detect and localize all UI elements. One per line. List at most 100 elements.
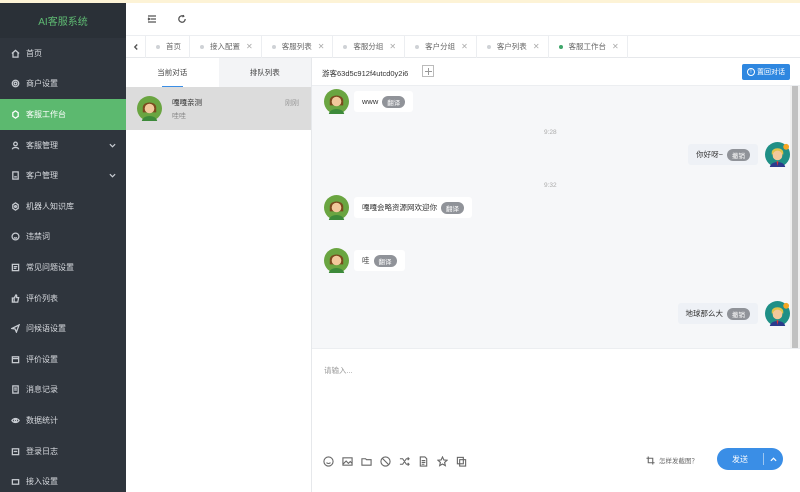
translate-button[interactable]: 翻译 [441,201,464,214]
agent-avatar [765,301,790,326]
tab-queue-list[interactable]: 排队列表 [218,58,311,87]
message-timestamp: 9:32 [544,182,557,189]
sidebar-item-label: 登录日志 [26,446,58,456]
close-icon[interactable]: ✕ [389,42,396,51]
log-icon [10,446,20,456]
sidebar-item-agent-management[interactable]: 客服管理 [0,130,126,161]
input-toolbar [322,455,474,467]
shuffle-icon[interactable] [398,455,410,467]
sidebar-item-rating-list[interactable]: 评价列表 [0,283,126,314]
ban-icon [10,232,20,242]
revoke-button[interactable]: 撤销 [727,148,750,161]
tab-label: 接入配置 [210,42,240,51]
message-input-placeholder[interactable]: 请输入... [324,365,353,376]
tab-dot [156,44,160,49]
refresh-button[interactable] [175,12,189,26]
calendar-icon [10,354,20,364]
revoke-button[interactable]: 撤销 [727,307,750,320]
sidebar-item-greeting-settings[interactable]: 问候语设置 [0,313,126,344]
sidebar-item-label: 常见问题设置 [26,262,74,272]
conversation-tabs: 当前对话 排队列表 [126,58,311,87]
top-header [126,3,800,36]
sidebar-item-rating-settings[interactable]: 评价设置 [0,344,126,375]
sidebar-item-access-settings[interactable]: 接入设置 [0,466,126,492]
ban-icon[interactable] [379,455,391,467]
message-text: 你好呀~ [696,150,723,159]
visitor-avatar [137,96,162,121]
sidebar-item-banned-words[interactable]: 违禁词 [0,222,126,253]
chat-area: 游客63d5c912f4utcd0y2i6 ! 置回对话 www 翻译 9:28 [312,58,800,492]
message-list: www 翻译 9:28 你好呀~ 撤销 9:32 嘎嘎会略资源网欢迎你 翻译 哇… [312,86,790,348]
visitor-avatar [324,248,349,273]
message-text: www [362,97,379,106]
message-text: 地球那么大 [685,309,724,318]
message-input-area[interactable]: 请输入... 怎样发截图？ 发送 [312,348,800,492]
page-tabs: 首页 接入配置 ✕ 客服列表 ✕ 客服分组 ✕ 客户分组 ✕ 客户列表 ✕ 客服… [126,35,800,58]
thumb-icon [10,293,20,303]
tab-access-config[interactable]: 接入配置 ✕ [190,35,262,58]
message-incoming: 哇 翻译 [324,248,405,273]
add-icon[interactable] [422,65,434,77]
sidebar-item-faq-settings[interactable]: 常见问题设置 [0,252,126,283]
star-icon[interactable] [436,455,448,467]
scrollbar-thumb[interactable] [792,86,798,348]
message-bubble: 哇 翻译 [354,250,405,271]
refresh-icon [178,14,186,23]
conversation-item[interactable]: 嘎嘎亲测 哇哇 刚刚 [126,87,311,130]
sidebar-item-merchant-settings[interactable]: 商户设置 [0,69,126,100]
sidebar-item-label: 客服工作台 [26,109,66,119]
tab-customer-groups[interactable]: 客户分组 ✕ [405,35,477,58]
sidebar-item-label: 机器人知识库 [26,201,74,211]
image-icon[interactable] [341,455,353,467]
sidebar-item-customer-management[interactable]: 客户管理 [0,160,126,191]
sidebar-item-agent-workbench[interactable]: 客服工作台 [0,99,126,130]
visitor-id: 游客63d5c912f4utcd0y2i6 [322,69,409,78]
send-button[interactable]: 发送 [717,454,763,465]
send-button-group: 发送 [717,448,783,470]
tab-label: 客服工作台 [568,42,607,51]
tab-current-conversations[interactable]: 当前对话 [126,58,219,87]
sidebar-item-data-statistics[interactable]: 数据统计 [0,405,126,436]
conversation-time: 刚刚 [285,100,299,107]
tab-customer-list[interactable]: 客户列表 ✕ [477,35,549,58]
sidebar-item-message-records[interactable]: 消息记录 [0,375,126,406]
translate-button[interactable]: 翻译 [382,95,406,108]
sidebar-item-robot-knowledge-base[interactable]: 机器人知识库 [0,191,126,222]
tab-agent-groups[interactable]: 客服分组 ✕ [333,35,406,58]
record-icon [10,385,20,395]
conversation-preview: 哇哇 [172,113,186,120]
message-bubble: www 翻译 [354,91,414,112]
chevron-down-icon [109,142,116,149]
copy-icon[interactable] [455,455,467,467]
tab-agent-list[interactable]: 客服列表 ✕ [262,35,334,58]
return-conversation-button[interactable]: ! 置回对话 [742,64,790,80]
close-icon[interactable]: ✕ [461,42,468,51]
collapse-menu-button[interactable] [145,12,159,26]
tab-label: 客户列表 [496,42,527,51]
screenshot-tip[interactable]: 怎样发截图？ [646,455,698,465]
folder-icon[interactable] [360,455,372,467]
crop-icon [646,455,655,465]
tab-dot [200,44,204,49]
tabs-scroll-left-button[interactable] [126,35,146,58]
message-bubble: 地球那么大 撤销 [677,303,758,324]
close-icon[interactable]: ✕ [533,42,540,51]
translate-button[interactable]: 翻译 [373,254,397,267]
send-options-button[interactable] [764,456,783,463]
tab-home[interactable]: 首页 [146,35,190,58]
sidebar-item-label: 首页 [26,48,42,58]
close-icon[interactable]: ✕ [246,42,253,51]
tab-label: 客服列表 [281,42,312,51]
sidebar-item-login-log[interactable]: 登录日志 [0,436,126,467]
sidebar: AI客服系统 首页 商户设置 客服工作台 客服管理 客户管理 机器人知识库 违禁… [0,3,126,492]
emoji-icon[interactable] [322,455,334,467]
close-icon[interactable]: ✕ [318,42,325,51]
tab-agent-workbench[interactable]: 客服工作台 ✕ [549,35,628,58]
message-text: 哇 [362,256,370,265]
tab-dot [558,44,563,49]
file-icon[interactable] [417,455,429,467]
message-scrollbar[interactable] [790,86,800,348]
close-icon[interactable]: ✕ [612,42,619,51]
message-bubble: 你好呀~ 撤销 [688,144,758,165]
sidebar-item-home[interactable]: 首页 [0,38,126,69]
